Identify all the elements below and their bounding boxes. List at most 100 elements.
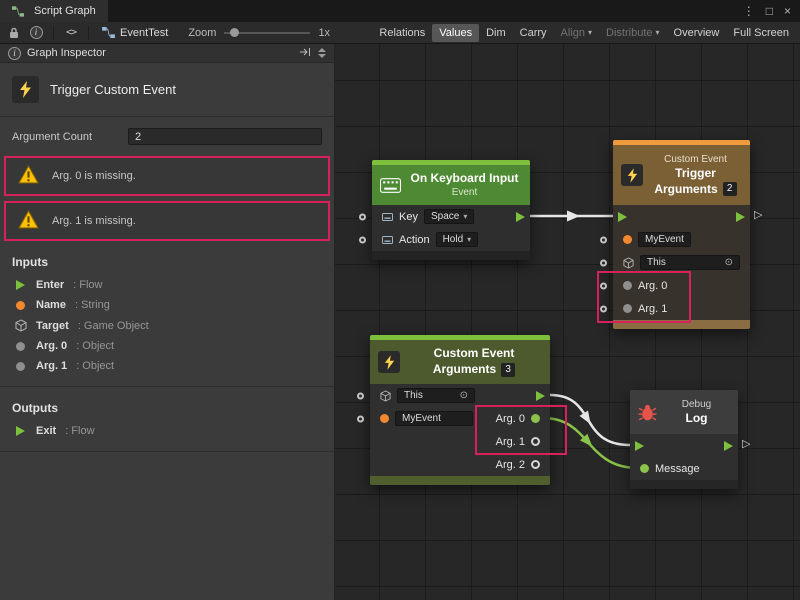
flow-out-port[interactable]	[516, 212, 525, 222]
scroll-spinner[interactable]	[318, 48, 326, 58]
arg1-row: Arg. 1	[613, 297, 750, 320]
window-maximize-icon[interactable]: □	[766, 4, 773, 18]
dim-button[interactable]: Dim	[479, 24, 513, 42]
info-toggle-icon[interactable]: i	[26, 24, 46, 42]
node-header: Custom Event Arguments 3	[370, 340, 550, 384]
action-row: Action Hold ▾	[372, 228, 530, 251]
target-row: This ⊙	[370, 384, 550, 407]
node-footer	[630, 480, 738, 489]
node-titles: On Keyboard Input Event	[407, 171, 522, 200]
argument-count-badge: 3	[501, 363, 515, 377]
bug-icon	[638, 404, 657, 421]
message-input-port[interactable]	[640, 464, 649, 473]
input-row-enter: Enter : Flow	[0, 275, 334, 295]
zoom-value: 1x	[318, 27, 330, 39]
node-titles: Custom Event Arguments 3	[406, 346, 542, 377]
relations-button[interactable]: Relations	[372, 24, 432, 42]
target-input-port[interactable]	[600, 259, 607, 266]
target-field[interactable]: This ⊙	[397, 388, 475, 403]
argument-count-label: Argument Count	[12, 131, 128, 143]
code-view-icon[interactable]: <>	[61, 24, 81, 42]
chevron-down-icon: ▾	[467, 235, 471, 244]
argument-count-row: Argument Count	[0, 117, 334, 151]
window-close-icon[interactable]: ×	[784, 4, 791, 18]
flow-in-port[interactable]	[618, 212, 627, 222]
node-header: On Keyboard Input Event	[372, 165, 530, 205]
node-titles: Debug Log	[663, 398, 730, 427]
flow-out-port[interactable]	[536, 391, 545, 401]
align-button[interactable]: Align▾	[554, 24, 599, 42]
graph-canvas[interactable]: On Keyboard Input Event Key Space ▾	[335, 44, 800, 600]
event-name-field[interactable]: MyEvent	[638, 232, 691, 247]
name-input-port[interactable]	[357, 415, 364, 422]
key-row: Key Space ▾	[372, 205, 530, 228]
arg1-output-port[interactable]	[531, 437, 540, 446]
window-controls: ⋮ □ ×	[743, 0, 800, 22]
string-port-icon[interactable]	[380, 414, 389, 423]
arg0-input-port[interactable]	[600, 282, 607, 289]
node-on-keyboard-input[interactable]: On Keyboard Input Event Key Space ▾	[372, 160, 530, 260]
target-input-port[interactable]	[357, 392, 364, 399]
overview-button[interactable]: Overview	[667, 24, 727, 42]
object-picker-icon[interactable]: ⊙	[725, 257, 733, 268]
arg2-output-port[interactable]	[531, 460, 540, 469]
custom-event-icon	[12, 76, 39, 103]
argument-count-badge: 2	[723, 182, 737, 196]
tab-script-graph[interactable]: Script Graph	[0, 0, 108, 22]
event-name-field[interactable]: MyEvent	[395, 411, 473, 426]
output-row-exit: Exit : Flow	[0, 421, 334, 441]
zoom-slider[interactable]	[224, 24, 310, 42]
section-divider	[0, 451, 334, 452]
node-body: Message	[630, 434, 738, 480]
inspector-title: Graph Inspector	[27, 47, 106, 59]
dock-panel-icon[interactable]	[299, 47, 311, 60]
object-port-icon[interactable]	[623, 281, 632, 290]
toolbar-buttons: Relations Values Dim Carry Align▾ Distri…	[372, 24, 796, 42]
flow-out-port[interactable]	[736, 212, 745, 222]
message-row: Message	[630, 457, 738, 480]
name-input-port[interactable]	[600, 236, 607, 243]
target-field[interactable]: This ⊙	[640, 255, 740, 270]
distribute-button[interactable]: Distribute▾	[599, 24, 666, 42]
outputs-heading: Outputs	[0, 387, 334, 421]
node-trigger-custom-event[interactable]: Custom Event Trigger Arguments 2	[613, 140, 750, 329]
graph-name-button[interactable]: EventTest	[96, 27, 174, 39]
window-tab-bar: Script Graph ⋮ □ ×	[0, 0, 800, 22]
flow-port-icon	[14, 426, 27, 436]
string-port-icon[interactable]	[623, 235, 632, 244]
unit-title: Trigger Custom Event	[50, 82, 176, 97]
carry-button[interactable]: Carry	[513, 24, 554, 42]
argument-count-input[interactable]	[128, 128, 322, 145]
object-port-icon	[14, 362, 27, 371]
flow-out-port[interactable]	[724, 441, 733, 451]
values-button[interactable]: Values	[432, 24, 479, 42]
custom-event-icon	[378, 351, 400, 373]
arg1-input-port[interactable]	[600, 305, 607, 312]
action-dropdown[interactable]: Hold ▾	[436, 232, 479, 247]
graph-toolbar: i <> EventTest Zoom 1x Relations Values …	[0, 22, 800, 44]
wire-arrowhead	[567, 211, 580, 222]
zoom-slider-handle[interactable]	[230, 28, 239, 37]
node-debug-log[interactable]: Debug Log Message	[630, 390, 738, 489]
node-footer	[613, 320, 750, 329]
flow-continue-indicator: ▷	[754, 210, 762, 221]
full-screen-button[interactable]: Full Screen	[726, 24, 796, 42]
action-input-port[interactable]	[359, 236, 366, 243]
lock-icon[interactable]	[4, 24, 24, 42]
keyboard-icon	[380, 178, 401, 193]
arg0-output-port[interactable]	[531, 414, 540, 423]
spinner-up-icon	[318, 48, 326, 52]
info-icon: i	[8, 47, 21, 60]
node-footer	[372, 251, 530, 260]
node-custom-event-arguments[interactable]: Custom Event Arguments 3 This ⊙	[370, 335, 550, 485]
key-input-port[interactable]	[359, 213, 366, 220]
name-row: MyEvent	[613, 228, 750, 251]
flow-in-port[interactable]	[635, 441, 644, 451]
window-menu-icon[interactable]: ⋮	[743, 4, 755, 18]
name-arg0-row: MyEvent Arg. 0	[370, 407, 550, 430]
action-type-icon	[382, 236, 393, 244]
object-picker-icon[interactable]: ⊙	[460, 390, 468, 401]
graph-asset-icon	[102, 27, 115, 38]
object-port-icon[interactable]	[623, 304, 632, 313]
key-dropdown[interactable]: Space ▾	[424, 209, 474, 224]
